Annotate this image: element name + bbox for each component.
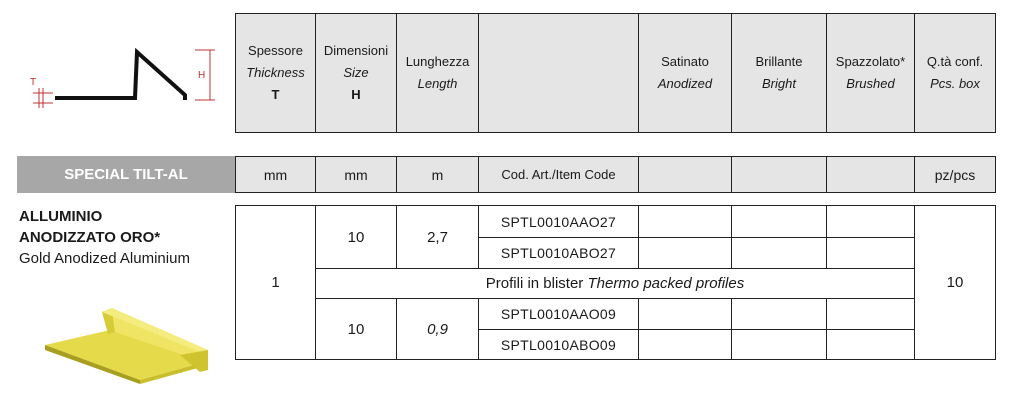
size-cell-2: 10 — [315, 298, 397, 360]
header-thickness: Spessore Thickness T — [235, 13, 316, 133]
anodized-cell-2 — [638, 237, 732, 269]
header-bright-en: Bright — [762, 76, 796, 91]
header-size-sym: H — [351, 87, 361, 102]
header-size-en: Size — [343, 65, 369, 80]
header-size: Dimensioni Size H — [315, 13, 397, 133]
item-code-1: SPTL0010AAO27 — [500, 213, 617, 230]
unit-length-text: m — [431, 166, 444, 183]
header-thickness-it: Spessore — [248, 43, 303, 58]
length-value-1: 2,7 — [427, 228, 448, 246]
thickness-value-cell: 1 — [235, 205, 316, 360]
code-header: Cod. Art./Item Code — [478, 156, 639, 193]
qty-value: 10 — [946, 274, 964, 291]
bright-cell-2 — [731, 237, 827, 269]
header-qty-en: Pcs. box — [930, 76, 980, 91]
length-value-2: 0,9 — [427, 320, 448, 338]
header-empty — [478, 13, 639, 133]
product-description: ALLUMINIO ANODIZZATO ORO* Gold Anodized … — [19, 206, 229, 269]
anodized-cell-1 — [638, 205, 732, 238]
item-code-2: SPTL0010ABO27 — [500, 245, 617, 261]
header-length-en: Length — [417, 76, 458, 91]
unit-length: m — [396, 156, 479, 193]
unit-thickness-text: mm — [263, 166, 288, 183]
product-desc-line2: ANODIZZATO ORO* — [19, 229, 161, 246]
header-qty-it: Q.tà conf. — [926, 54, 984, 69]
blister-text-it: Profili in blister — [485, 275, 584, 292]
product-desc-line1: ALLUMINIO — [19, 208, 103, 225]
brushed-cell-1 — [826, 205, 915, 238]
bar-brushed — [826, 156, 915, 193]
header-bright-it: Brillante — [755, 54, 803, 69]
unit-size: mm — [315, 156, 397, 193]
bar-bright — [731, 156, 827, 193]
anodized-cell-4 — [638, 329, 732, 360]
header-anodized: Satinato Anodized — [638, 13, 732, 133]
header-thickness-sym: T — [271, 87, 280, 102]
code-header-text: Cod. Art./Item Code — [501, 167, 616, 182]
brushed-cell-4 — [826, 329, 915, 360]
item-code-4: SPTL0010ABO09 — [500, 336, 617, 353]
unit-thickness: mm — [235, 156, 316, 193]
size-value-2: 10 — [347, 320, 365, 338]
blister-text-en: Thermo packed profiles — [587, 275, 745, 292]
length-cell-1: 2,7 — [396, 205, 479, 269]
profile-product-image — [45, 308, 208, 384]
unit-qty-text: pz/pcs — [934, 166, 976, 183]
header-anodized-en: Anodized — [657, 76, 713, 91]
code-cell-4: SPTL0010ABO09 — [478, 329, 639, 360]
header-brushed-en: Brushed — [846, 76, 895, 91]
bright-cell-4 — [731, 329, 827, 360]
qty-value-cell: 10 — [914, 205, 996, 360]
bright-cell-1 — [731, 205, 827, 238]
header-length: Lunghezza Length — [396, 13, 479, 133]
header-bright: Brillante Bright — [731, 13, 827, 133]
code-cell-1: SPTL0010AAO27 — [478, 205, 639, 238]
dim-h-label: H — [198, 70, 205, 81]
code-cell-3: SPTL0010AAO09 — [478, 298, 639, 330]
size-cell-1: 10 — [315, 205, 397, 269]
header-anodized-it: Satinato — [661, 54, 709, 69]
size-value-1: 10 — [347, 228, 365, 246]
item-code-3: SPTL0010AAO09 — [500, 306, 617, 322]
header-brushed: Spazzolato* Brushed — [826, 13, 915, 133]
bar-anodized — [638, 156, 732, 193]
profile-section-drawing: T H — [30, 47, 215, 108]
product-desc-line3: Gold Anodized Aluminium — [19, 250, 190, 267]
unit-qty: pz/pcs — [914, 156, 996, 193]
thickness-value: 1 — [271, 274, 280, 291]
header-thickness-en: Thickness — [246, 65, 305, 80]
header-brushed-it: Spazzolato* — [835, 54, 906, 69]
dim-t-label: T — [30, 77, 36, 88]
length-cell-2: 0,9 — [396, 298, 479, 360]
brushed-cell-2 — [826, 237, 915, 269]
code-cell-2: SPTL0010ABO27 — [478, 237, 639, 269]
product-name: SPECIAL TILT-AL — [64, 166, 188, 183]
blister-row: Profili in blister Thermo packed profile… — [315, 268, 915, 299]
header-qty: Q.tà conf. Pcs. box — [914, 13, 996, 133]
header-size-it: Dimensioni — [323, 43, 389, 58]
bright-cell-3 — [731, 298, 827, 330]
anodized-cell-3 — [638, 298, 732, 330]
brushed-cell-3 — [826, 298, 915, 330]
header-length-it: Lunghezza — [405, 54, 470, 69]
product-name-bar: SPECIAL TILT-AL — [17, 156, 235, 193]
unit-size-text: mm — [344, 166, 368, 183]
